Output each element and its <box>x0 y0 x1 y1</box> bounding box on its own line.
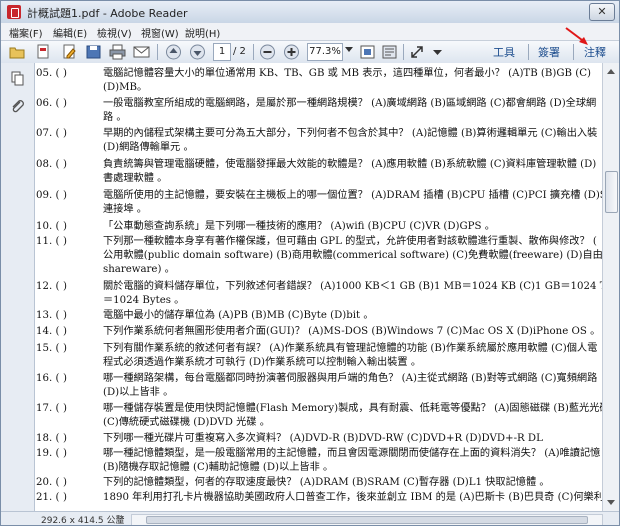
read-mode-icon[interactable] <box>381 44 398 60</box>
zoom-in-icon[interactable] <box>283 44 300 60</box>
save-icon[interactable] <box>85 44 102 60</box>
fit-page-icon[interactable] <box>359 44 376 60</box>
reader-window: 計概試題1.pdf - Adobe Reader ✕ 檔案(F) 編輯(E) 檢… <box>0 0 620 526</box>
menu-view[interactable]: 檢視(V) <box>97 25 132 40</box>
toolbar-separator <box>528 44 529 60</box>
scroll-thumb[interactable] <box>605 171 618 213</box>
page-size-label: 292.6 x 414.5 公釐 <box>41 516 125 526</box>
document-page: 05. ( ) 電腦記憶體容量大小的單位通常用 KB、TB、GB 或 MB 表示… <box>35 63 602 511</box>
title-bar: 計概試題1.pdf - Adobe Reader ✕ <box>1 1 619 23</box>
page-thumbnails-icon[interactable] <box>10 71 25 86</box>
vertical-scrollbar[interactable] <box>602 63 619 511</box>
menu-file[interactable]: 檔案(F) <box>9 25 43 40</box>
attachments-icon[interactable] <box>10 99 25 114</box>
email-icon[interactable] <box>133 44 150 60</box>
print-icon[interactable] <box>109 44 126 60</box>
adobe-reader-icon <box>7 5 21 19</box>
red-arrow-annotation <box>565 27 588 45</box>
scroll-up-icon[interactable] <box>607 69 615 74</box>
tools-button[interactable]: 工具 <box>493 44 515 60</box>
horizontal-scrollbar[interactable] <box>131 514 603 525</box>
status-bar: 292.6 x 414.5 公釐 <box>1 511 619 526</box>
page-total: / 2 <box>233 46 246 57</box>
next-page-icon[interactable] <box>189 44 206 60</box>
horizontal-scroll-thumb[interactable] <box>146 516 588 524</box>
window-title: 計概試題1.pdf - Adobe Reader <box>27 7 188 20</box>
create-pdf-icon[interactable] <box>35 44 52 60</box>
expand-icon[interactable] <box>409 44 426 60</box>
menu-window[interactable]: 視窗(W) <box>141 25 179 40</box>
menu-bar: 檔案(F) 編輯(E) 檢視(V) 視窗(W) 說明(H) <box>1 23 619 41</box>
sign-button[interactable]: 簽署 <box>538 44 560 60</box>
edit-pdf-icon[interactable] <box>61 44 78 60</box>
scroll-down-icon[interactable] <box>607 500 615 505</box>
toolbar: 1 / 2 77.3% 工具 簽署 注釋 <box>1 41 619 64</box>
page-number-input[interactable]: 1 <box>213 43 231 61</box>
toolbar-menu-icon[interactable] <box>429 44 446 60</box>
zoom-level-input[interactable]: 77.3% <box>307 43 343 61</box>
navigation-panel <box>1 63 35 511</box>
previous-page-icon[interactable] <box>165 44 182 60</box>
toolbar-separator <box>253 44 254 60</box>
zoom-out-icon[interactable] <box>259 44 276 60</box>
toolbar-separator <box>403 44 404 60</box>
toolbar-separator <box>157 44 158 60</box>
zoom-dropdown-icon[interactable] <box>345 47 353 52</box>
open-icon[interactable] <box>9 44 26 60</box>
menu-help[interactable]: 說明(H) <box>185 25 220 40</box>
menu-edit[interactable]: 編輯(E) <box>53 25 87 40</box>
close-button[interactable]: ✕ <box>589 3 615 21</box>
